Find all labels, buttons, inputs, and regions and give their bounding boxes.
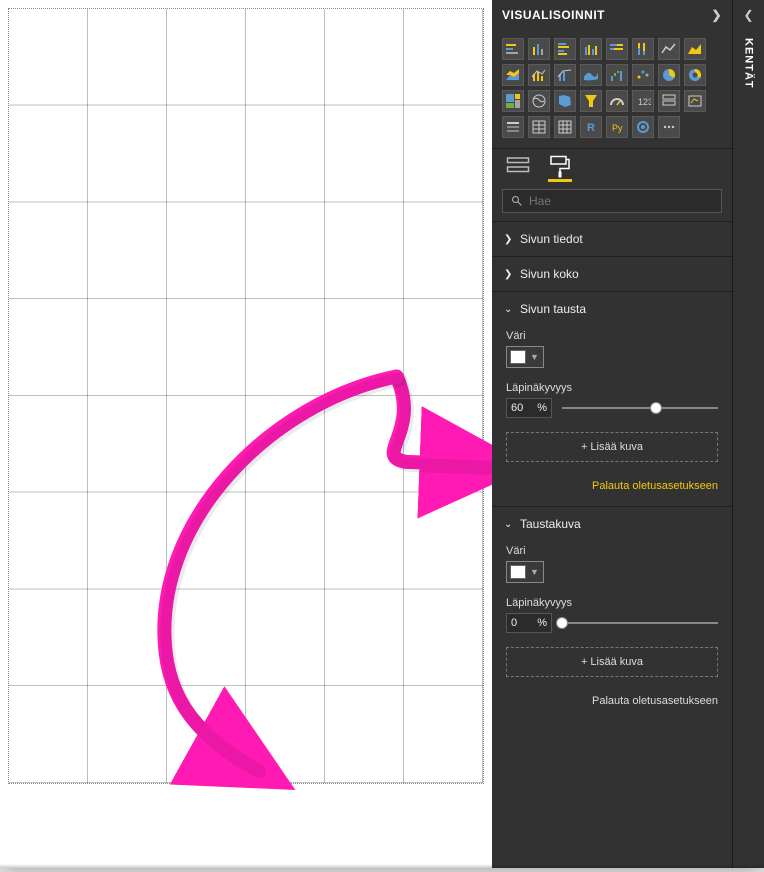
color-label: Väri <box>506 330 718 342</box>
viz-matrix[interactable] <box>554 116 576 138</box>
visualizations-panel: VISUALISOINNIT ❯ 123 R Py ❯ Sivun tiedot <box>492 0 732 868</box>
transparency-value: 0 <box>511 617 517 629</box>
add-image-button[interactable]: + Lisää kuva <box>506 432 718 462</box>
chevron-down-icon: ⌄ <box>504 304 514 315</box>
viz-100-stacked-bar[interactable] <box>606 38 628 60</box>
viz-r-visual[interactable]: R <box>580 116 602 138</box>
svg-text:123: 123 <box>638 97 651 107</box>
viz-stacked-area[interactable] <box>502 64 524 86</box>
viz-more[interactable] <box>658 116 680 138</box>
viz-arcgis[interactable] <box>632 116 654 138</box>
section-label: Sivun koko <box>520 267 579 281</box>
viz-funnel[interactable] <box>580 90 602 112</box>
viz-stacked-bar[interactable] <box>502 38 524 60</box>
reset-to-default-link[interactable]: Palauta oletusasetukseen <box>506 476 718 492</box>
section-label: Sivun tausta <box>520 302 586 316</box>
viz-line-stacked-column[interactable] <box>554 64 576 86</box>
color-chip <box>510 350 526 364</box>
collapse-visualizations-icon[interactable]: ❯ <box>711 8 722 22</box>
dropdown-caret-icon: ▼ <box>530 567 539 577</box>
visualizations-title: VISUALISOINNIT <box>502 8 605 22</box>
viz-stacked-column[interactable] <box>528 38 550 60</box>
fields-title: KENTÄT <box>743 38 755 89</box>
transparency-slider[interactable] <box>562 616 718 630</box>
reset-to-default-link[interactable]: Palauta oletusasetukseen <box>506 691 718 707</box>
viz-line-clustered-column[interactable] <box>528 64 550 86</box>
report-canvas-area <box>0 0 492 868</box>
visualization-gallery: 123 R Py <box>492 30 732 148</box>
viz-clustered-bar[interactable] <box>554 38 576 60</box>
expand-fields-icon[interactable]: ❮ <box>743 8 753 22</box>
color-chip <box>510 565 526 579</box>
section-header-page-info[interactable]: ❯ Sivun tiedot <box>492 222 732 256</box>
viz-table[interactable] <box>528 116 550 138</box>
viz-kpi[interactable] <box>684 90 706 112</box>
svg-text:R: R <box>587 122 595 134</box>
transparency-input[interactable]: 0 % <box>506 613 552 633</box>
viz-filled-map[interactable] <box>554 90 576 112</box>
viz-card[interactable]: 123 <box>632 90 654 112</box>
chevron-right-icon: ❯ <box>504 269 514 280</box>
fields-icon <box>506 155 530 179</box>
search-input[interactable] <box>529 194 713 208</box>
color-picker[interactable]: ▼ <box>506 561 544 583</box>
viz-treemap[interactable] <box>502 90 524 112</box>
viz-waterfall[interactable] <box>606 64 628 86</box>
viz-line[interactable] <box>658 38 680 60</box>
viz-pie[interactable] <box>658 64 680 86</box>
viz-slicer[interactable] <box>502 116 524 138</box>
svg-text:Py: Py <box>612 123 623 133</box>
color-picker[interactable]: ▼ <box>506 346 544 368</box>
format-tab-button[interactable] <box>548 153 572 181</box>
viz-donut[interactable] <box>684 64 706 86</box>
section-header-wallpaper[interactable]: ⌄ Taustakuva <box>492 507 732 541</box>
section-label: Sivun tiedot <box>520 232 583 246</box>
transparency-slider[interactable] <box>562 401 718 415</box>
fields-panel-collapsed[interactable]: ❮ KENTÄT <box>732 0 764 868</box>
report-canvas[interactable] <box>8 8 484 784</box>
transparency-label: Läpinäkyvyys <box>506 382 718 394</box>
viz-100-stacked-column[interactable] <box>632 38 654 60</box>
viz-clustered-column[interactable] <box>580 38 602 60</box>
transparency-input[interactable]: 60 % <box>506 398 552 418</box>
viz-map[interactable] <box>528 90 550 112</box>
section-header-page-background[interactable]: ⌄ Sivun tausta <box>492 292 732 326</box>
paint-roller-icon <box>548 155 572 179</box>
chevron-down-icon: ⌄ <box>504 519 514 530</box>
add-image-button[interactable]: + Lisää kuva <box>506 647 718 677</box>
transparency-label: Läpinäkyvyys <box>506 597 718 609</box>
viz-area[interactable] <box>684 38 706 60</box>
viz-python-visual[interactable]: Py <box>606 116 628 138</box>
transparency-value: 60 <box>511 402 523 414</box>
viz-scatter[interactable] <box>632 64 654 86</box>
section-label: Taustakuva <box>520 517 581 531</box>
transparency-unit: % <box>537 617 547 629</box>
transparency-unit: % <box>537 402 547 414</box>
viz-gauge[interactable] <box>606 90 628 112</box>
color-label: Väri <box>506 545 718 557</box>
dropdown-caret-icon: ▼ <box>530 352 539 362</box>
viz-multi-row-card[interactable] <box>658 90 680 112</box>
search-icon <box>511 195 523 207</box>
viz-ribbon[interactable] <box>580 64 602 86</box>
chevron-right-icon: ❯ <box>504 234 514 245</box>
section-header-page-size[interactable]: ❯ Sivun koko <box>492 257 732 291</box>
search-box[interactable] <box>502 189 722 213</box>
fields-tab-button[interactable] <box>506 153 530 181</box>
